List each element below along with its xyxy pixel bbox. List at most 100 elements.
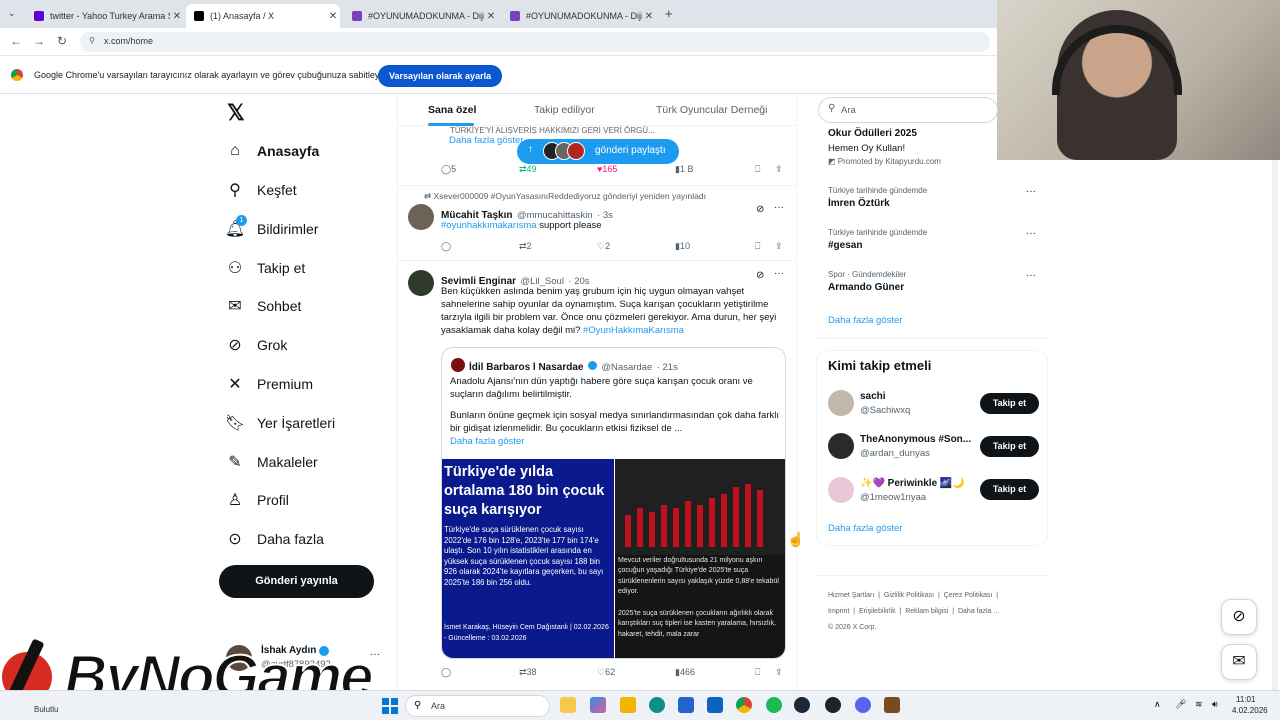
wifi-icon[interactable]: ≋ (1195, 699, 1203, 710)
sidebar-item-follow[interactable]: ⚇ Takip et (226, 256, 305, 280)
sidebar-item-grok[interactable]: ⊘ Grok (226, 333, 287, 357)
who-show-more[interactable]: Daha fazla göster (828, 523, 902, 534)
avatar[interactable] (408, 270, 434, 296)
follow-button[interactable]: Takip et (980, 479, 1039, 500)
avatar[interactable] (408, 204, 434, 230)
trend-item[interactable]: Türkiye tarihinde gündemde #gesan ··· (828, 228, 1040, 251)
more-icon[interactable]: ··· (1026, 270, 1036, 281)
sidebar-item-more[interactable]: ⊙ Daha fazla (226, 527, 324, 551)
follow-button[interactable]: Takip et (980, 393, 1039, 414)
mic-icon[interactable]: 🎤︎ (1175, 699, 1186, 710)
outlook-icon[interactable] (707, 697, 723, 713)
follow-button[interactable]: Takip et (980, 436, 1039, 457)
set-default-button[interactable]: Varsayılan olarak ayarla (378, 65, 503, 87)
like-icon[interactable]: ♡ 2 (597, 241, 610, 252)
views-icon[interactable]: ▮ 1 B (675, 164, 693, 175)
retweet-icon[interactable]: ⇄ 38 (519, 667, 537, 678)
tab-x-home[interactable]: (1) Anasayfa / X ✕ (186, 4, 340, 28)
trend-item[interactable]: Spor · Gündemdekiler Armando Güner ··· (828, 270, 1040, 293)
sidebar-item-articles[interactable]: ✎ Makaleler (226, 450, 317, 474)
sidebar-item-chat[interactable]: ✉ Sohbet (226, 294, 301, 318)
tab-yahoo[interactable]: twitter - Yahoo Turkey Arama S ✕ (26, 4, 184, 28)
taskbar-time[interactable]: 11:01 (1236, 695, 1255, 704)
folder-icon[interactable] (620, 697, 636, 713)
windows-start-icon[interactable] (382, 698, 398, 714)
scrollbar[interactable] (1272, 160, 1278, 690)
sidebar-item-bookmarks[interactable]: 🔖︎ Yer İşaretleri (225, 411, 335, 435)
taskbar-date[interactable]: 4.02.2026 (1232, 706, 1268, 715)
grok-float-button[interactable]: ⊘ (1221, 599, 1257, 635)
promoted-card[interactable]: Okur Ödülleri 2025 Hemen Oy Kullan! ◩ Pr… (828, 128, 941, 166)
new-tab-icon[interactable]: + (665, 6, 673, 21)
site-info-icon[interactable]: ⚲ (89, 36, 95, 45)
store-icon[interactable] (678, 697, 694, 713)
retweet-icon[interactable]: ⇄ 2 (519, 241, 532, 252)
tab-following[interactable]: Takip ediliyor (534, 104, 595, 116)
like-icon[interactable]: ♥ 165 (597, 164, 617, 174)
weather-label[interactable]: Bulutlu (34, 705, 58, 714)
trend-item[interactable]: Türkiye tarihinde gündemde İmren Öztürk … (828, 186, 1040, 209)
spotify-icon[interactable] (766, 697, 782, 713)
footer-link[interactable]: Erişilebilirlik (859, 608, 896, 615)
taskbar-search[interactable]: ⚲ Ara (405, 695, 550, 717)
tab-oyunumadokunma-2[interactable]: #OYUNUMADOKUNMA - Dijit ✕ (502, 4, 656, 28)
url-input[interactable]: ⚲ x.com/home (80, 32, 990, 52)
footer-link[interactable]: Daha fazla ... (958, 608, 999, 615)
show-more-link[interactable]: Daha fazla göster (449, 134, 523, 147)
close-icon[interactable]: ✕ (326, 11, 340, 22)
sidebar-item-notifications[interactable]: 🔔︎ 1 Bildirimler (225, 215, 318, 241)
sidebar-item-premium[interactable]: ✕ Premium (226, 372, 313, 396)
bookmark-icon[interactable]: ⎕ (755, 241, 760, 252)
footer-link[interactable]: Çerez Politikası (944, 592, 993, 599)
views-icon[interactable]: ▮ 466 (675, 667, 695, 678)
more-icon[interactable]: ··· (774, 202, 784, 213)
copilot-icon[interactable] (590, 697, 606, 713)
retweet-icon[interactable]: ⇄ 49 (519, 164, 537, 175)
close-icon[interactable]: ✕ (484, 11, 498, 22)
messages-float-button[interactable]: ✉ (1221, 644, 1257, 680)
reply-icon[interactable]: ◯ (441, 667, 451, 678)
bookmark-icon[interactable]: ⎕ (755, 667, 760, 678)
footer-link[interactable]: Hizmet Şartları (828, 592, 874, 599)
reload-icon[interactable]: ↻ (57, 34, 67, 48)
discord-icon[interactable] (855, 697, 871, 713)
share-pill[interactable]: ↑ gönderi paylaştı (517, 139, 679, 164)
forward-icon[interactable]: → (33, 34, 45, 48)
grok-icon[interactable]: ⊘ (756, 270, 764, 281)
reply-icon[interactable]: ◯ 5 (441, 164, 456, 175)
share-icon[interactable]: ⇪ (775, 164, 783, 175)
reply-icon[interactable]: ◯ (441, 241, 451, 252)
chrome-icon[interactable] (736, 697, 752, 713)
more-icon[interactable]: ··· (1026, 228, 1036, 239)
steam-icon[interactable] (794, 697, 810, 713)
trends-show-more[interactable]: Daha fazla göster (828, 315, 902, 326)
more-icon[interactable]: ··· (1026, 186, 1036, 197)
share-icon[interactable]: ⇪ (775, 667, 783, 678)
show-more-link[interactable]: Daha fazla göster (450, 435, 524, 448)
close-icon[interactable]: ✕ (170, 11, 184, 22)
sidebar-item-explore[interactable]: ⚲ Keşfet (226, 178, 297, 202)
sidebar-item-home[interactable]: ⌂ Anasayfa (226, 139, 319, 163)
grok-icon[interactable]: ⊘ (756, 204, 764, 215)
footer-link[interactable]: Imprint (828, 608, 849, 615)
more-icon[interactable]: ··· (774, 268, 784, 279)
edge-icon[interactable] (649, 697, 665, 713)
like-icon[interactable]: ♡ 62 (597, 667, 615, 678)
system-tray-chevron-icon[interactable]: ∧ (1154, 699, 1161, 710)
file-explorer-icon[interactable] (560, 697, 576, 713)
sidebar-item-profile[interactable]: ♙ Profil (226, 488, 289, 512)
views-icon[interactable]: ▮ 10 (675, 241, 690, 252)
search-input[interactable]: ⚲ Ara (818, 97, 998, 123)
tab-oyunumadokunma-1[interactable]: #OYUNUMADOKUNMA - Dijit ✕ (344, 4, 498, 28)
tab-for-you[interactable]: Sana özel (428, 104, 476, 116)
post-button[interactable]: Gönderi yayınla (219, 565, 374, 598)
tab-menu-icon[interactable]: ⌄ (8, 8, 16, 19)
footer-link[interactable]: Gizlilik Politikası (884, 592, 934, 599)
close-icon[interactable]: ✕ (642, 11, 656, 22)
x-logo-icon[interactable]: 𝕏 (227, 100, 245, 126)
share-icon[interactable]: ⇪ (775, 241, 783, 252)
app-icon[interactable] (884, 697, 900, 713)
volume-icon[interactable]: 🔊︎ (1212, 699, 1218, 710)
obs-icon[interactable] (825, 697, 841, 713)
back-icon[interactable]: ← (10, 34, 22, 48)
